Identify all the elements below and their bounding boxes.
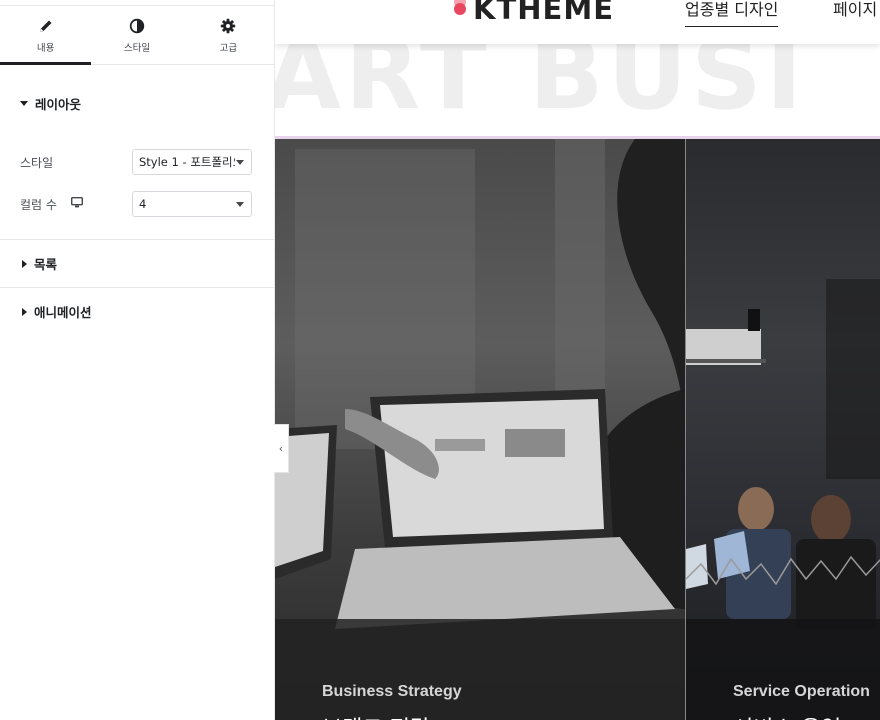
section-list-title: 목록 <box>34 257 58 272</box>
portfolio-card[interactable]: Service Operation 서비스 운영 <box>685 139 880 720</box>
section-animation-header[interactable]: 애니메이션 <box>0 288 274 335</box>
panel-collapse-button[interactable]: ‹ <box>274 424 289 473</box>
logo-mark-icon <box>451 0 469 24</box>
site-header: KTHEME 업종별 디자인 페이지 <box>275 0 880 44</box>
gear-icon <box>219 17 237 35</box>
nav-item-industry-design[interactable]: 업종별 디자인 <box>685 0 779 27</box>
columns-select[interactable]: 4 <box>132 191 252 217</box>
tab-content[interactable]: 내용 <box>0 6 92 65</box>
select-caret-icon <box>236 159 244 165</box>
half-circle-icon <box>128 17 146 35</box>
card-subtitle: 서비스 운영 <box>733 711 841 720</box>
style-select-value: Style 1 - 포트폴리오 <box>139 155 235 169</box>
site-preview: ART BUSI KTHEME 업종별 디자인 페이지 Business Str… <box>275 0 880 720</box>
columns-control: 컬럼 수 4 <box>0 183 274 225</box>
panel-tabs: 내용 스타일 고급 <box>0 6 274 65</box>
caret-down-icon <box>20 100 28 106</box>
caret-right-icon <box>22 259 27 268</box>
logo-text: KTHEME <box>473 0 615 26</box>
tab-style-label: 스타일 <box>123 42 151 54</box>
card-photo-meeting <box>686 279 880 720</box>
tab-advanced[interactable]: 고급 <box>183 6 274 64</box>
tab-content-label: 내용 <box>36 42 55 54</box>
section-layout-title: 레이아웃 <box>35 96 82 112</box>
section-animation-title: 애니메이션 <box>34 305 92 320</box>
tab-style[interactable]: 스타일 <box>91 6 182 64</box>
site-logo[interactable]: KTHEME <box>451 0 614 26</box>
select-caret-icon <box>236 201 244 207</box>
style-control: 스타일 Style 1 - 포트폴리오 <box>0 141 274 183</box>
columns-select-value: 4 <box>139 197 147 211</box>
card-subtitle: 브랜드 전략 <box>322 711 430 720</box>
card-title: Service Operation <box>733 683 870 700</box>
card-title: Business Strategy <box>322 683 462 700</box>
section-layout-header[interactable]: 레이아웃 <box>0 65 274 141</box>
style-select[interactable]: Style 1 - 포트폴리오 <box>132 149 252 175</box>
style-control-label: 스타일 <box>20 155 54 170</box>
editor-panel: 내용 스타일 고급 레이아웃 스타일 Style 1 - 포트폴리오 컬럼 수 … <box>0 0 275 720</box>
nav-item-pages[interactable]: 페이지 <box>833 0 877 20</box>
columns-control-label: 컬럼 수 <box>20 196 132 213</box>
tab-advanced-label: 고급 <box>219 42 238 54</box>
section-list-header[interactable]: 목록 <box>0 240 274 287</box>
chevron-left-icon: ‹ <box>278 442 284 455</box>
caret-right-icon <box>22 307 27 316</box>
portfolio-card[interactable]: Business Strategy 브랜드 전략 <box>275 139 685 720</box>
pencil-icon <box>37 17 55 35</box>
card-photo-office <box>275 139 685 720</box>
desktop-icon[interactable] <box>70 196 83 211</box>
